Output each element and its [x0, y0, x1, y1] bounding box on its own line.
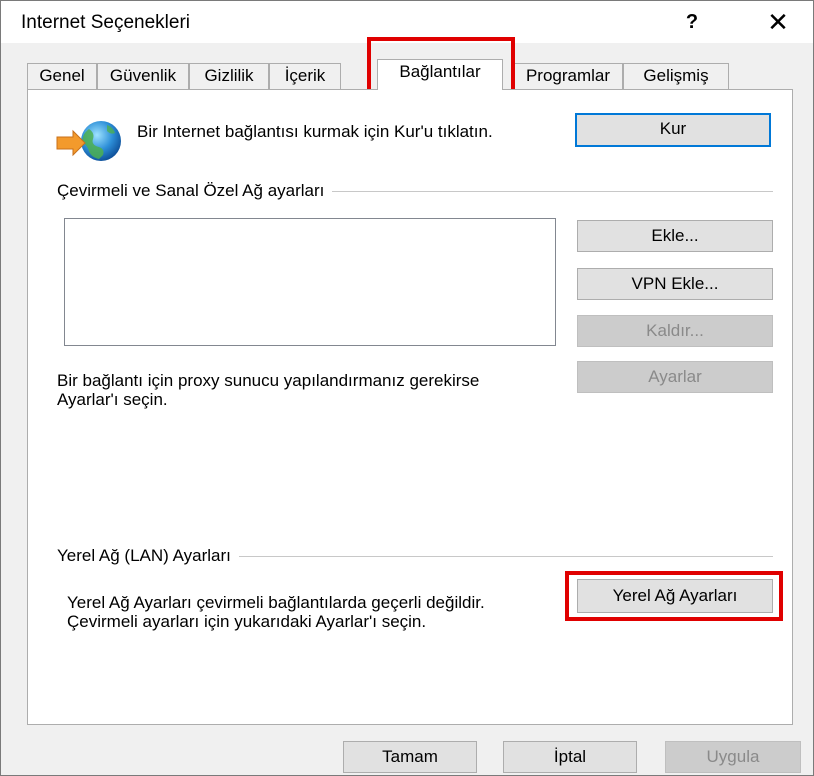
tab-guvenlik[interactable]: Güvenlik	[97, 63, 189, 89]
tab-gelismis[interactable]: Gelişmiş	[623, 63, 729, 89]
ok-button[interactable]: Tamam	[343, 741, 477, 773]
add-button[interactable]: Ekle...	[577, 220, 773, 252]
highlight-lan-button-box	[565, 571, 783, 621]
connections-list[interactable]	[64, 218, 556, 346]
remove-button[interactable]: Kaldır...	[577, 315, 773, 347]
lan-description: Yerel Ağ Ayarları çevirmeli bağlantılard…	[67, 593, 485, 631]
help-button[interactable]: ?	[677, 7, 707, 37]
dialup-section-label: Çevirmeli ve Sanal Özel Ağ ayarları	[57, 181, 333, 201]
lan-section-label: Yerel Ağ (LAN) Ayarları	[57, 546, 239, 566]
tab-baglantilar[interactable]: Bağlantılar	[377, 59, 503, 90]
setup-description: Bir Internet bağlantısı kurmak için Kur'…	[137, 122, 493, 141]
add-vpn-button[interactable]: VPN Ekle...	[577, 268, 773, 300]
internet-options-dialog: Internet Seçenekleri ? ✕ Genel Güvenlik …	[0, 0, 814, 776]
tab-genel[interactable]: Genel	[27, 63, 97, 89]
window-title: Internet Seçenekleri	[21, 12, 190, 33]
close-button[interactable]: ✕	[761, 7, 795, 37]
apply-button[interactable]: Uygula	[665, 741, 801, 773]
settings-button[interactable]: Ayarlar	[577, 361, 773, 393]
cancel-button[interactable]: İptal	[503, 741, 637, 773]
tab-gizlilik[interactable]: Gizlilik	[189, 63, 269, 89]
setup-button[interactable]: Kur	[575, 113, 771, 147]
globe-network-icon	[56, 121, 121, 161]
tab-icerik[interactable]: İçerik	[269, 63, 341, 89]
tab-programlar[interactable]: Programlar	[513, 63, 623, 89]
proxy-description: Bir bağlantı için proxy sunucu yapılandı…	[57, 371, 480, 409]
